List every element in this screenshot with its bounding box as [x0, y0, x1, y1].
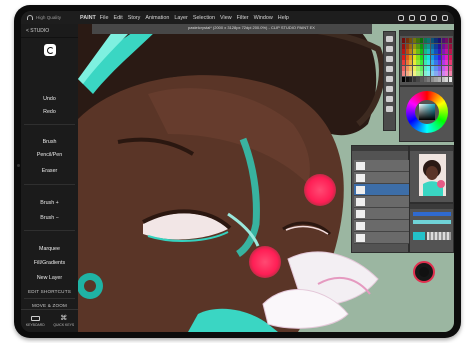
pencil-pen-button[interactable]: Pencil/Pen — [21, 152, 78, 158]
color-swatches[interactable] — [402, 38, 452, 82]
tool-icon[interactable] — [386, 86, 393, 92]
color-swatch[interactable] — [448, 76, 452, 82]
brush-size-up-button[interactable]: Brush + — [21, 200, 78, 206]
tool-icon[interactable] — [386, 76, 393, 82]
layer-row[interactable] — [354, 172, 414, 184]
app-name[interactable]: PAINT — [80, 15, 96, 21]
command-icon: ⌘ — [60, 315, 68, 322]
menu-filter[interactable]: Filter — [237, 15, 249, 21]
touch-indicator — [304, 174, 336, 206]
quick-keys-label: QUICK KEYS — [53, 323, 75, 327]
slider-bar[interactable] — [413, 212, 451, 216]
color-swatch[interactable] — [448, 54, 452, 60]
color-swatch[interactable] — [448, 49, 452, 54]
eraser-button[interactable]: Eraser — [21, 168, 78, 174]
quick-keys-button[interactable]: ⌘ QUICK KEYS — [50, 310, 79, 332]
back-to-studio[interactable]: < STUDIO — [21, 24, 78, 38]
tool-icon[interactable] — [386, 56, 393, 62]
current-color-swatch[interactable] — [413, 232, 425, 240]
layer-panel — [351, 145, 414, 253]
new-layer-button[interactable]: New Layer — [21, 275, 78, 281]
transparency-swatch[interactable] — [427, 232, 451, 240]
color-swatch[interactable] — [448, 60, 452, 65]
menu-help[interactable]: Help — [278, 15, 289, 21]
color-set-panel — [399, 30, 454, 86]
color-swatch[interactable] — [448, 71, 452, 76]
layer-row[interactable] — [354, 232, 414, 244]
front-camera — [17, 164, 20, 167]
undo-button[interactable]: Undo — [21, 96, 78, 102]
marquee-button[interactable]: Marquee — [21, 246, 78, 252]
tool-palette — [383, 31, 396, 131]
keyboard-icon — [30, 315, 40, 321]
menu-right-icons — [398, 14, 448, 21]
saturation-square[interactable] — [419, 104, 435, 120]
layer-row[interactable] — [354, 196, 414, 208]
quality-label: High Quality — [36, 15, 62, 20]
menu-window[interactable]: Window — [254, 15, 273, 21]
color-swatch[interactable] — [448, 43, 452, 49]
edit-shortcuts-label[interactable]: EDIT SHORTCUTS — [21, 289, 78, 294]
color-swatch[interactable] — [448, 38, 452, 43]
fill-gradients-button[interactable]: Fill/Gradients — [21, 260, 78, 266]
layout-icon[interactable] — [431, 14, 437, 21]
menu-selection[interactable]: Selection — [193, 15, 215, 21]
floating-color-button[interactable] — [413, 261, 435, 283]
tool-icon[interactable] — [386, 106, 393, 112]
screen: High Quality PAINT File Edit Story Anima… — [21, 11, 454, 332]
redo-button[interactable]: Redo — [21, 109, 78, 115]
app-logo-icon — [43, 44, 56, 56]
document-title: pastelcrystal* (2000 x 3128px 72dpi 200.… — [188, 25, 315, 30]
divider — [24, 184, 75, 185]
keyboard-button[interactable]: KEYBOARD — [21, 310, 50, 332]
layer-row[interactable] — [354, 208, 414, 220]
tool-icon[interactable] — [386, 36, 393, 42]
share-icon[interactable] — [420, 14, 426, 21]
menu-layer[interactable]: Layer — [174, 15, 188, 21]
divider — [24, 298, 75, 299]
layer-row[interactable] — [354, 220, 414, 232]
navigator-preview — [419, 154, 446, 196]
brush-button[interactable]: Brush — [21, 139, 78, 145]
navigator-thumbnail[interactable] — [419, 154, 446, 196]
touch-indicator — [249, 246, 281, 278]
menu-story[interactable]: Story — [128, 15, 141, 21]
move-zoom-label[interactable]: MOVE & ZOOM — [21, 303, 78, 308]
menu-file[interactable]: File — [100, 15, 109, 21]
menu-view[interactable]: View — [220, 15, 232, 21]
tool-icon[interactable] — [386, 66, 393, 72]
sidebar-bottom-bar: KEYBOARD ⌘ QUICK KEYS — [21, 309, 78, 332]
wifi-icon — [27, 15, 33, 20]
color-slider-panel — [409, 203, 454, 253]
divider — [24, 230, 75, 231]
layer-row[interactable] — [354, 160, 414, 172]
navigator-panel — [409, 145, 454, 203]
tool-icon[interactable] — [386, 96, 393, 102]
menu-edit[interactable]: Edit — [113, 15, 122, 21]
settings-icon[interactable] — [398, 14, 404, 21]
tool-icon[interactable] — [386, 46, 393, 52]
keyboard-label: KEYBOARD — [25, 322, 45, 327]
ipad-frame: High Quality PAINT File Edit Story Anima… — [14, 5, 461, 338]
menu-bar: High Quality PAINT File Edit Story Anima… — [21, 11, 454, 24]
menu-animation[interactable]: Animation — [145, 15, 169, 21]
slider-bar[interactable] — [413, 220, 451, 224]
fullscreen-icon[interactable] — [442, 14, 448, 21]
divider — [24, 124, 75, 125]
layer-row[interactable] — [354, 184, 414, 196]
color-swatch[interactable] — [448, 65, 452, 71]
brush-size-down-button[interactable]: Brush − — [21, 215, 78, 221]
shortcut-sidebar: < STUDIO Undo Redo Brush Pencil/Pen Eras… — [21, 24, 78, 332]
cloud-icon[interactable] — [409, 14, 415, 21]
color-wheel-panel — [399, 86, 454, 142]
